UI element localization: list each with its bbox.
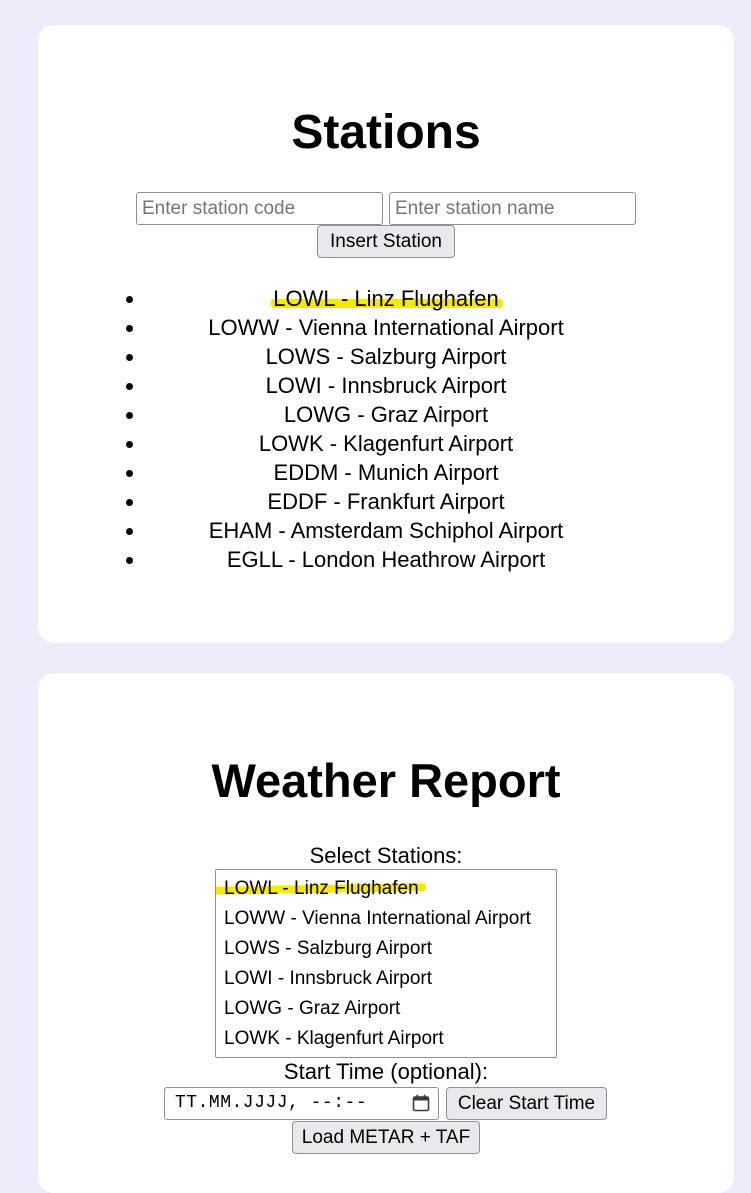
station-label: LOWS - Salzburg Airport — [265, 344, 507, 369]
select-option[interactable]: LOWI - Innsbruck Airport — [216, 964, 556, 994]
select-option-label: LOWI - Innsbruck Airport — [224, 968, 433, 989]
stations-card: Stations Insert Station LOWL - Linz Flug… — [38, 25, 734, 643]
calendar-icon[interactable] — [412, 1094, 430, 1112]
station-label: LOWG - Graz Airport — [283, 402, 489, 427]
station-label: LOWL - Linz Flughafen — [273, 286, 499, 311]
load-metar-taf-button[interactable]: Load METAR + TAF — [292, 1121, 480, 1154]
station-list-item: EDDM - Munich Airport — [38, 458, 734, 487]
station-list-item: LOWK - Klagenfurt Airport — [38, 429, 734, 458]
select-option[interactable]: LOWS - Salzburg Airport — [216, 934, 556, 964]
station-list-item: LOWL - Linz Flughafen — [38, 284, 734, 313]
select-option-label: LOWK - Klagenfurt Airport — [224, 1028, 444, 1049]
station-list-item: EGLL - London Heathrow Airport — [38, 545, 734, 574]
station-label: LOWK - Klagenfurt Airport — [258, 431, 514, 456]
select-option[interactable]: LOWW - Vienna International Airport — [216, 904, 556, 934]
station-list-item: LOWW - Vienna International Airport — [38, 313, 734, 342]
select-option-label: LOWW - Vienna International Airport — [224, 908, 531, 929]
select-option[interactable]: LOWL - Linz Flughafen — [216, 874, 556, 904]
select-stations-label: Select Stations: — [309, 843, 463, 868]
station-list-item: LOWS - Salzburg Airport — [38, 342, 734, 371]
select-option-label: LOWS - Salzburg Airport — [224, 938, 433, 959]
select-option-label: LOWG - Graz Airport — [224, 998, 401, 1019]
insert-station-button[interactable]: Insert Station — [317, 225, 455, 258]
station-label: LOWI - Innsbruck Airport — [265, 373, 507, 398]
start-time-label: Start Time (optional): — [283, 1059, 489, 1084]
datetime-placeholder: TT.MM.JJJJ, --:-- — [175, 1093, 368, 1113]
clear-start-time-button[interactable]: Clear Start Time — [446, 1087, 607, 1120]
stations-title: Stations — [291, 106, 481, 159]
station-list-item: EHAM - Amsterdam Schiphol Airport — [38, 516, 734, 545]
station-multiselect[interactable]: LOWL - Linz Flughafen LOWW - Vienna Inte… — [215, 869, 557, 1058]
station-label: EDDM - Munich Airport — [273, 460, 499, 485]
station-list-item: EDDF - Frankfurt Airport — [38, 487, 734, 516]
station-name-input[interactable] — [389, 192, 636, 225]
station-label: EGLL - London Heathrow Airport — [226, 547, 546, 572]
select-option[interactable]: LOWK - Klagenfurt Airport — [216, 1024, 556, 1054]
station-list-item: LOWG - Graz Airport — [38, 400, 734, 429]
station-label: LOWW - Vienna International Airport — [208, 315, 564, 340]
weather-report-title: Weather Report — [211, 754, 561, 807]
select-option[interactable]: LOWG - Graz Airport — [216, 994, 556, 1024]
station-list-item: LOWI - Innsbruck Airport — [38, 371, 734, 400]
highlight-wrap: LOWL - Linz Flughafen — [271, 286, 503, 311]
station-list: LOWL - Linz Flughafen LOWW - Vienna Inte… — [38, 284, 734, 574]
select-option-label: LOWL - Linz Flughafen — [224, 878, 419, 899]
station-code-input[interactable] — [136, 192, 383, 225]
station-label: EDDF - Frankfurt Airport — [267, 489, 505, 514]
start-time-input[interactable]: TT.MM.JJJJ, --:-- — [164, 1087, 439, 1120]
station-label: EHAM - Amsterdam Schiphol Airport — [208, 518, 564, 543]
weather-report-card: Weather Report Select Stations: LOWL - L… — [38, 673, 734, 1193]
